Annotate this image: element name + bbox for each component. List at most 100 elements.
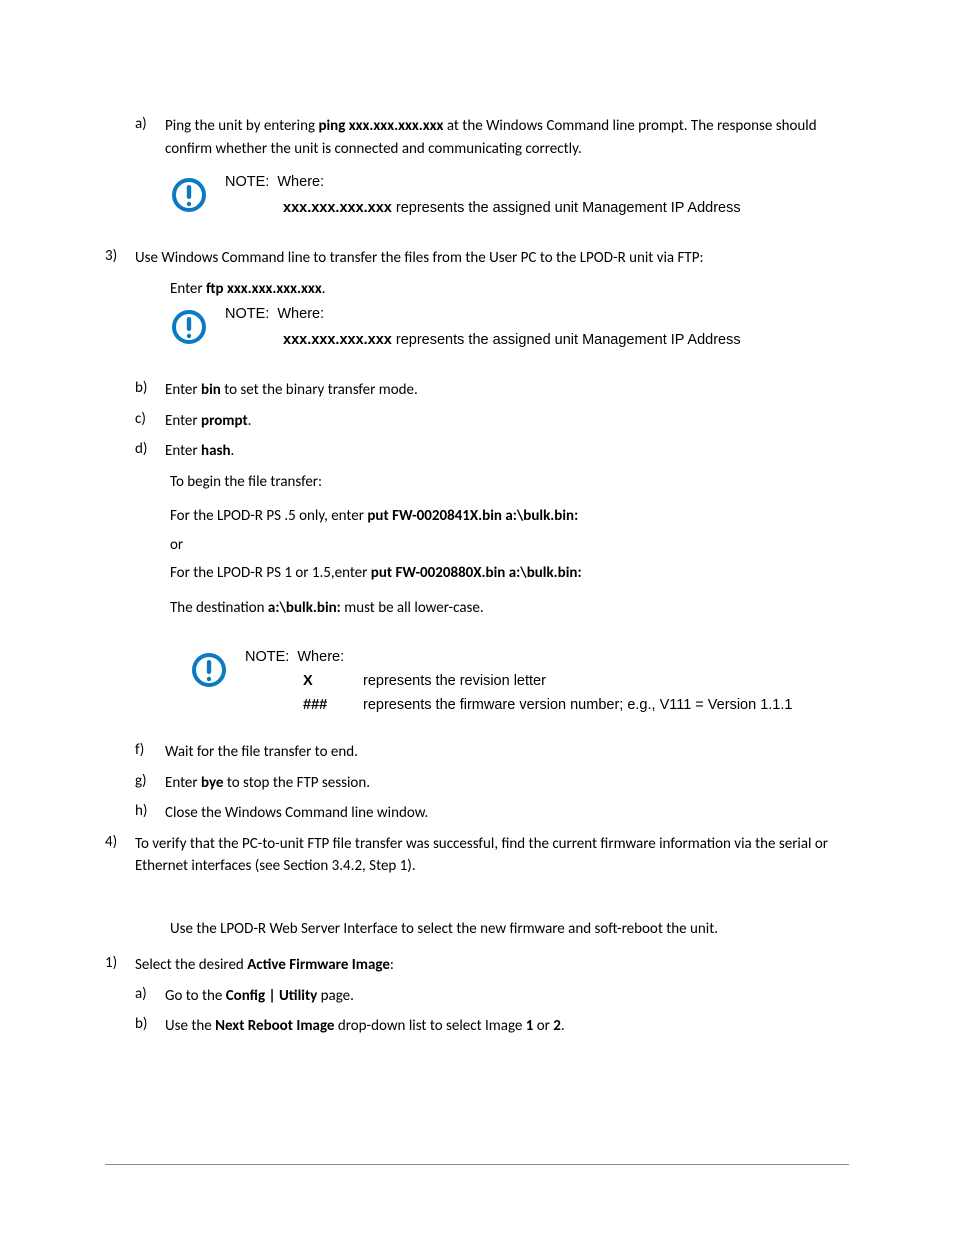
marker-sub-b: b) — [135, 1015, 165, 1038]
list-item-h: h) Close the Windows Command line window… — [135, 802, 849, 825]
cmd: put FW-0020841X.bin a:\bulk.bin: — [367, 507, 578, 525]
text: drop-down list to select Image — [334, 1017, 525, 1035]
step3-text: Use Windows Command line to transfer the… — [135, 247, 849, 270]
cmd: prompt — [201, 412, 248, 430]
text: : — [390, 956, 394, 974]
cmd: a:\bulk.bin: — [268, 599, 341, 617]
note-key-hash: ### — [303, 697, 363, 713]
marker-4: 4) — [105, 833, 135, 878]
content-b: Enter bin to set the binary transfer mod… — [165, 379, 849, 402]
text: or — [533, 1017, 553, 1035]
marker-g: g) — [135, 772, 165, 795]
step-3: 3) Use Windows Command line to transfer … — [105, 247, 849, 270]
note-where: Where: — [297, 649, 344, 665]
note-key: xxx.xxx.xxx.xxx — [283, 200, 392, 216]
list-item-g: g) Enter bye to stop the FTP session. — [135, 772, 849, 795]
note-block-2: NOTE: Where: xxx.xxx.xxx.xxx represents … — [170, 306, 849, 351]
bold: Next Reboot Image — [215, 1017, 334, 1035]
note-body: NOTE: Where: xxx.xxx.xxx.xxx represents … — [225, 306, 849, 348]
content-c: Enter prompt. — [165, 410, 849, 433]
note-label: NOTE: — [245, 649, 289, 665]
note-where: Where: — [277, 306, 324, 322]
ps1-line: For the LPOD-R PS 1 or 1.5,enter put FW-… — [170, 562, 849, 585]
content-d: Enter hash. — [165, 440, 849, 463]
note-block-3: NOTE: Where: X represents the revision l… — [190, 649, 849, 713]
list-item-b: b) Enter bin to set the binary transfer … — [135, 379, 849, 402]
note-val: represents the assigned unit Management … — [392, 332, 741, 348]
text: Go to the — [165, 987, 226, 1005]
list-item-c: c) Enter prompt. — [135, 410, 849, 433]
note-row-hash: ### represents the firmware version numb… — [303, 697, 849, 713]
web-intro: Use the LPOD-R Web Server Interface to s… — [170, 918, 849, 941]
content-f: Wait for the file transfer to end. — [165, 741, 849, 764]
note-line: xxx.xxx.xxx.xxx represents the assigned … — [283, 332, 849, 348]
text: Enter — [165, 412, 201, 430]
footer-divider — [105, 1164, 849, 1165]
text: must be all lower-case. — [341, 599, 484, 617]
marker-f: f) — [135, 741, 165, 764]
list-item-f: f) Wait for the file transfer to end. — [135, 741, 849, 764]
sub-a-text: Go to the Config | Utility page. — [165, 985, 849, 1008]
ps5-line: For the LPOD-R PS .5 only, enter put FW-… — [170, 505, 849, 528]
note-row-x: X represents the revision letter — [303, 673, 849, 689]
marker-h: h) — [135, 802, 165, 825]
begin-transfer: To begin the file transfer: — [170, 471, 849, 494]
text: Select the desired — [135, 956, 247, 974]
cmd: bin — [201, 381, 221, 399]
content-a: Ping the unit by entering ping xxx.xxx.x… — [165, 115, 849, 160]
cmd: ping xxx.xxx.xxx.xxx — [318, 117, 443, 135]
text: Enter — [165, 442, 201, 460]
marker-sub-a: a) — [135, 985, 165, 1008]
document-page: a) Ping the unit by entering ping xxx.xx… — [0, 0, 954, 1235]
content-g: Enter bye to stop the FTP session. — [165, 772, 849, 795]
step-1b: 1) Select the desired Active Firmware Im… — [105, 954, 849, 977]
note-val-x: represents the revision letter — [363, 673, 849, 689]
note-val: represents the assigned unit Management … — [392, 200, 741, 216]
note-block-1: NOTE: Where: xxx.xxx.xxx.xxx represents … — [170, 174, 849, 219]
bold: Active Firmware Image — [247, 956, 390, 974]
step3-enter: Enter ftp xxx.xxx.xxx.xxx. — [170, 278, 849, 301]
list-item-d: d) Enter hash. — [135, 440, 849, 463]
text: . — [231, 442, 235, 460]
note-key-x: X — [303, 673, 363, 689]
or-line: or — [170, 534, 849, 557]
note-key: xxx.xxx.xxx.xxx — [283, 332, 392, 348]
text: For the LPOD-R PS .5 only, enter — [170, 507, 367, 525]
cmd: put FW-0020880X.bin a:\bulk.bin: — [371, 564, 582, 582]
text: Enter — [165, 381, 201, 399]
marker-c: c) — [135, 410, 165, 433]
step4-text: To verify that the PC-to-unit FTP file t… — [135, 833, 849, 878]
marker-d: d) — [135, 440, 165, 463]
text: Enter — [165, 774, 201, 792]
text: Enter — [170, 280, 206, 298]
marker-b: b) — [135, 379, 165, 402]
text: . — [322, 280, 326, 298]
note-body: NOTE: Where: X represents the revision l… — [245, 649, 849, 713]
cmd: hash — [201, 442, 231, 460]
cmd: bye — [201, 774, 223, 792]
list-item-a: a) Ping the unit by entering ping xxx.xx… — [135, 115, 849, 160]
step1b-text: Select the desired Active Firmware Image… — [135, 954, 849, 977]
marker-1b: 1) — [105, 954, 135, 977]
step-4: 4) To verify that the PC-to-unit FTP fil… — [105, 833, 849, 878]
info-icon — [170, 306, 225, 351]
text: to set the binary transfer mode. — [221, 381, 418, 399]
text: page. — [317, 987, 354, 1005]
text: The destination — [170, 599, 268, 617]
info-icon — [190, 649, 245, 694]
note-where: Where: — [277, 174, 324, 190]
note-label: NOTE: — [225, 306, 269, 322]
marker-a: a) — [135, 115, 165, 160]
text: Use the — [165, 1017, 215, 1035]
info-icon — [170, 174, 225, 219]
text: . — [561, 1017, 565, 1035]
note-val-hash: represents the firmware version number; … — [363, 697, 849, 713]
cmd: ftp xxx.xxx.xxx.xxx — [206, 280, 322, 298]
content-h: Close the Windows Command line window. — [165, 802, 849, 825]
note-label: NOTE: — [225, 174, 269, 190]
text: to stop the FTP session. — [223, 774, 370, 792]
text: For the LPOD-R PS 1 or 1.5,enter — [170, 564, 371, 582]
sub-item-a: a) Go to the Config | Utility page. — [135, 985, 849, 1008]
sub-item-b: b) Use the Next Reboot Image drop-down l… — [135, 1015, 849, 1038]
marker-3: 3) — [105, 247, 135, 270]
